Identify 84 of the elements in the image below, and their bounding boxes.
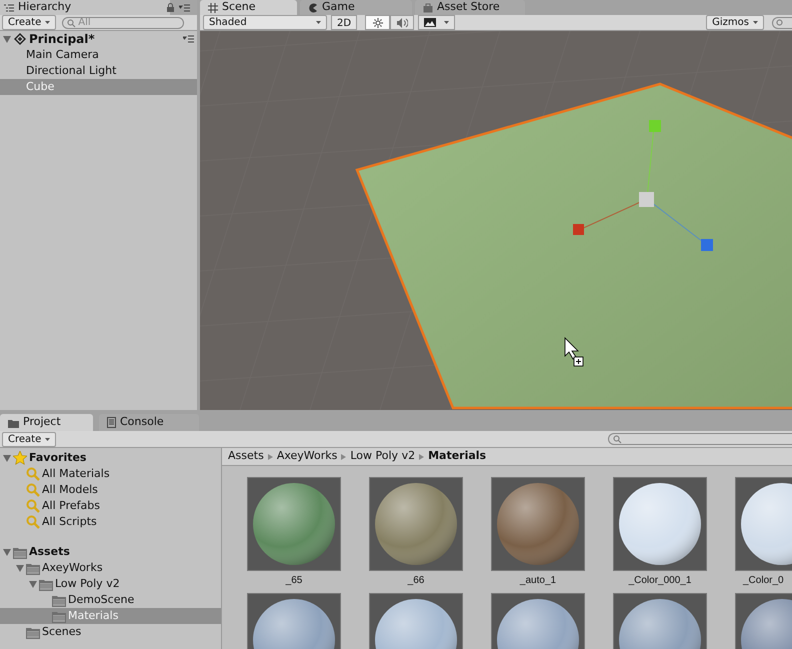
tree-item[interactable]: AxeyWorks [0,560,221,576]
mode-2d-button[interactable]: 2D [331,15,358,30]
unity-logo-icon [14,33,26,45]
audio-toggle[interactable] [390,15,414,30]
sphere-icon [618,482,702,566]
sphere-icon [496,482,580,566]
material-name: _Color_000_1 [628,574,692,587]
material-name: _66 [408,574,424,587]
create-button[interactable]: Create [2,15,56,30]
caret-icon [444,21,450,24]
search-icon [26,499,40,513]
caret-icon [45,438,50,440]
tree-item[interactable]: Assets [0,544,221,560]
tree-item[interactable]: All Scripts [0,514,221,530]
breadcrumb-link[interactable]: AxeyWorks [276,448,338,465]
pacman-icon [308,2,318,12]
chevron-icon [341,454,346,460]
breadcrumb-link[interactable]: Materials [428,448,486,465]
breadcrumb-link[interactable]: Assets [228,448,264,465]
tree-item[interactable]: All Materials [0,466,221,482]
caret-icon [316,21,321,24]
folder-icon [8,418,19,428]
panel-tab[interactable]: Project [0,414,93,431]
hierarchy-item[interactable]: Main Camera [0,47,197,63]
material-name: _65 [286,574,302,587]
folder-icon [52,594,66,606]
scene-name: Principal* [29,31,96,48]
breadcrumb-link[interactable]: Low Poly v2 [350,448,416,465]
grid-icon [208,2,218,12]
panel-tab[interactable]: Game [300,0,412,15]
sphere-icon [252,482,336,566]
cursor-icon [564,337,584,366]
caret-icon [45,21,50,24]
panel-tab[interactable]: Hierarchy [0,0,170,15]
material-thumbnail[interactable] [369,477,463,571]
search-icon [26,515,40,529]
search-field[interactable] [608,433,792,445]
search-field[interactable]: All [62,16,184,28]
panel-tab[interactable]: Scene [200,0,297,15]
material-name: _auto_1 [520,574,556,587]
shading-dropdown[interactable]: Shaded [203,15,327,30]
folder-icon [26,626,40,638]
search-icon [26,467,40,481]
folder-icon [26,562,40,574]
image-icon [424,18,436,27]
list-icon [4,4,14,12]
material-name: _Color_0 [743,574,784,587]
lock-icon [166,2,175,12]
tree-item[interactable]: All Prefabs [0,498,221,514]
tree-item[interactable]: All Models [0,482,221,498]
effects-dropdown[interactable] [418,15,456,30]
chevron-icon [419,454,424,460]
chevron-icon [268,454,273,460]
search-icon [613,434,622,444]
lighting-toggle[interactable] [365,15,390,30]
star-icon [13,451,27,465]
material-thumbnail[interactable] [491,477,585,571]
folder-icon [52,610,66,622]
tree-item[interactable]: Favorites [0,450,221,466]
tree-item[interactable]: Scenes [0,624,221,640]
sphere-icon [374,482,458,566]
sun-icon [372,18,383,28]
panel-tab[interactable]: Console [99,414,199,431]
search-field[interactable] [772,16,792,28]
tree-item[interactable]: Low Poly v2 [0,576,221,592]
material-thumbnail[interactable] [247,477,341,571]
bag-icon [423,2,433,12]
folder-icon [13,546,27,558]
gizmos-dropdown[interactable]: Gizmos [706,15,764,30]
search-icon [67,18,76,28]
create-button[interactable]: Create [2,432,56,446]
speaker-icon [396,18,408,28]
search-icon [26,483,40,497]
panel-tab[interactable]: Asset Store [415,0,525,15]
menu-icon [179,4,190,12]
material-thumbnail[interactable] [613,477,707,571]
tree-item[interactable]: DemoScene [0,592,221,608]
folder-icon [39,578,53,590]
document-icon [107,417,116,428]
caret-icon [753,21,758,24]
menu-icon [183,35,194,43]
hierarchy-item[interactable]: Directional Light [0,63,197,79]
search-icon [776,18,784,26]
expand-arrow-icon [3,36,11,42]
